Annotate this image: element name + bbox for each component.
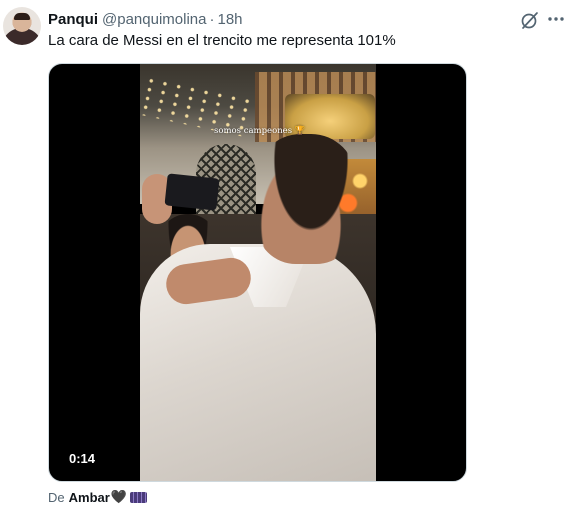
attribution-prefix: De (48, 489, 65, 505)
attribution-name[interactable]: Ambar (69, 490, 110, 505)
scene-head (256, 134, 356, 264)
flag-badge-icon (130, 491, 147, 503)
tweet-header: Panqui @panquimolina · 18h (48, 10, 243, 28)
attribution-emoji: 🖤 (110, 489, 127, 504)
author-name[interactable]: Panqui (48, 11, 98, 28)
header-separator: · (209, 10, 215, 28)
video-caption: somos campeones 🏆 (214, 126, 306, 136)
video-thumbnail[interactable]: somos campeones 🏆 (140, 64, 376, 481)
author-handle[interactable]: @panquimolina (102, 11, 206, 28)
media-attribution[interactable]: De Ambar 🖤 (48, 489, 147, 505)
author-avatar[interactable] (3, 7, 41, 45)
grok-icon[interactable] (519, 9, 541, 31)
more-icon[interactable] (545, 8, 567, 30)
scene-phone (164, 173, 220, 211)
video-duration: 0:14 (61, 448, 104, 470)
tweet-timestamp[interactable]: 18h (217, 11, 242, 28)
video-player[interactable]: somos campeones 🏆 0:14 (48, 63, 467, 482)
tweet-text: La cara de Messi en el trencito me repre… (48, 32, 396, 49)
